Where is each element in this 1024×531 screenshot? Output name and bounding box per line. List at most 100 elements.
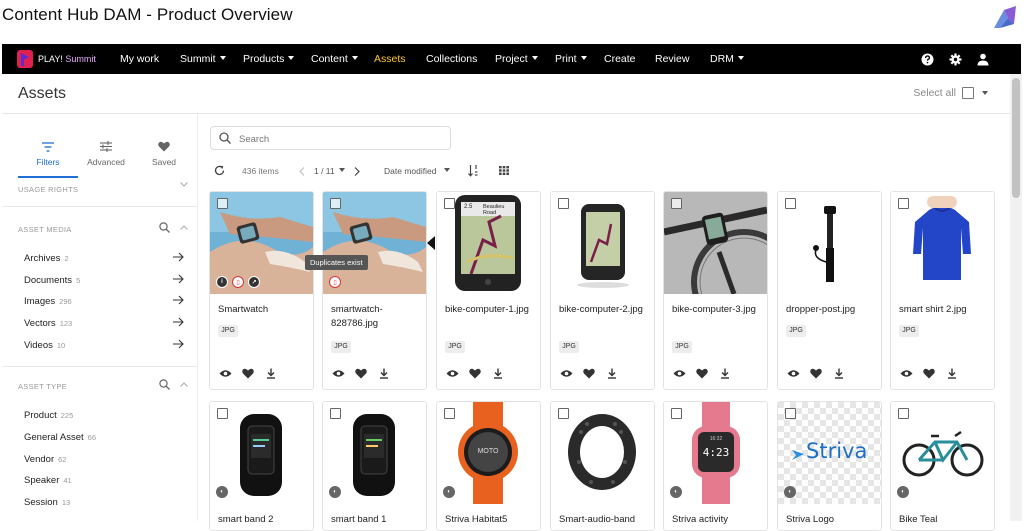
asset-name[interactable]: Striva Habitat5 [445,513,537,527]
nav-summit[interactable]: Summit [180,53,226,65]
asset-thumbnail[interactable]: MOTO ◐ [437,402,540,504]
nav-project[interactable]: Project [495,53,538,65]
sort-direction-icon[interactable] [468,164,479,177]
tab-advanced[interactable]: Advanced [76,130,136,178]
asset-thumbnail[interactable]: ◐ [323,402,426,504]
asset-card[interactable]: ◐ smart band 1 [322,401,427,531]
eye-icon[interactable] [559,367,573,379]
select-checkbox[interactable] [785,408,796,419]
linked-badge-icon[interactable]: ◐ [670,486,682,498]
select-checkbox[interactable] [785,198,796,209]
asset-name[interactable]: Striva Logo [786,513,878,527]
nav-create[interactable]: Create [604,53,636,65]
scrollbar-thumb[interactable] [1012,78,1020,198]
heart-icon[interactable] [922,367,936,379]
gear-icon[interactable] [941,44,969,74]
select-checkbox[interactable] [558,408,569,419]
asset-thumbnail[interactable]: 16:32 4:23 ◐ [664,402,767,504]
asset-card[interactable]: MOTO ◐ Striva Habitat5 [436,401,541,531]
asset-thumbnail[interactable]: i ▯ ↗ [210,192,313,294]
asset-name[interactable]: Striva activity [672,513,764,527]
asset-card[interactable]: bike-computer-3.jpg JPG [663,191,768,390]
search-icon[interactable] [159,379,170,390]
filter-item-general-asset[interactable]: General Asset 66 [24,432,188,443]
filter-item-speaker[interactable]: Speaker 41 [24,475,188,486]
asset-name[interactable]: bike-computer-1.jpg [445,303,537,317]
filter-item-session[interactable]: Session 13 [24,497,188,508]
tab-filters[interactable]: Filters [18,130,78,178]
grid-view-icon[interactable] [499,166,509,175]
select-checkbox[interactable] [217,408,228,419]
search-box[interactable] [210,126,451,150]
asset-thumbnail[interactable]: ◐ [210,402,313,504]
select-checkbox[interactable] [444,408,455,419]
download-icon[interactable] [832,367,846,379]
share-badge-icon[interactable]: ↗ [248,276,260,288]
heart-icon[interactable] [241,367,255,379]
nav-content[interactable]: Content [311,53,358,65]
select-checkbox[interactable] [671,408,682,419]
tab-saved[interactable]: Saved [134,130,194,178]
nav-drm[interactable]: DRM [710,53,744,65]
asset-thumbnail[interactable] [778,192,881,294]
select-checkbox[interactable] [558,198,569,209]
asset-card[interactable]: Smart-audio-band [550,401,655,531]
page-selector[interactable]: 1 / 11 [314,166,345,176]
info-badge-icon[interactable]: i [216,276,228,288]
download-icon[interactable] [264,367,278,379]
asset-card[interactable]: i ▯ ↗ Smartwatch JPG [209,191,314,390]
filter-item-images[interactable]: Images 296 [24,295,188,307]
nav-products[interactable]: Products [243,53,295,65]
arrow-right-icon[interactable] [173,274,184,284]
linked-badge-icon[interactable]: ◐ [216,486,228,498]
heart-icon[interactable] [354,367,368,379]
select-all-checkbox[interactable] [962,87,974,99]
asset-thumbnail[interactable]: Striva ◐ [778,402,881,504]
asset-name[interactable]: dropper-post.jpg [786,303,878,317]
download-icon[interactable] [945,367,959,379]
sort-dropdown[interactable]: Date modified [384,166,451,176]
chevron-up-icon[interactable] [180,225,188,230]
linked-badge-icon[interactable]: ◐ [443,486,455,498]
eye-icon[interactable] [331,367,345,379]
download-icon[interactable] [605,367,619,379]
nav-my-work[interactable]: My work [120,53,159,65]
eye-icon[interactable] [899,367,913,379]
chevron-left-icon[interactable] [299,167,305,176]
user-avatar-icon[interactable] [969,44,997,74]
nav-collections[interactable]: Collections [426,53,477,65]
heart-icon[interactable] [809,367,823,379]
arrow-right-icon[interactable] [173,317,184,327]
nav-print[interactable]: Print [555,53,587,65]
heart-icon[interactable] [468,367,482,379]
asset-name[interactable]: Smartwatch [218,303,310,317]
asset-name[interactable]: bike-computer-3.jpg [672,303,764,317]
eye-icon[interactable] [445,367,459,379]
asset-card[interactable]: 16:32 4:23 ◐ Striva activity [663,401,768,531]
asset-card[interactable]: ◐ Bike Teal [890,401,995,531]
section-usage-rights[interactable]: USAGE RIGHTS [18,182,194,194]
asset-card[interactable]: Striva ◐ Striva Logo [777,401,882,531]
asset-card[interactable]: ◐ smart band 2 [209,401,314,531]
refresh-icon[interactable] [214,165,225,176]
duplicate-badge-icon[interactable]: ▯ [329,276,341,288]
chevron-right-icon[interactable] [354,167,360,176]
heart-icon[interactable] [695,367,709,379]
select-checkbox[interactable] [330,408,341,419]
asset-name[interactable]: bike-computer-2.jpg [559,303,651,317]
filter-item-videos[interactable]: Videos 10 [24,339,188,351]
chevron-down-icon[interactable] [982,91,988,95]
filter-item-vendor[interactable]: Vendor 62 [24,454,188,465]
chevron-up-icon[interactable] [180,382,188,387]
eye-icon[interactable] [672,367,686,379]
select-checkbox[interactable] [330,198,341,209]
asset-thumbnail[interactable] [551,402,654,504]
asset-thumbnail[interactable] [551,192,654,294]
duplicate-badge-icon[interactable]: ▯ [232,276,244,288]
search-icon[interactable] [159,222,170,233]
asset-thumbnail[interactable]: ◐ [891,402,994,504]
arrow-right-icon[interactable] [173,339,184,349]
select-checkbox[interactable] [898,198,909,209]
arrow-right-icon[interactable] [173,252,184,262]
nav-assets[interactable]: Assets [374,53,406,65]
